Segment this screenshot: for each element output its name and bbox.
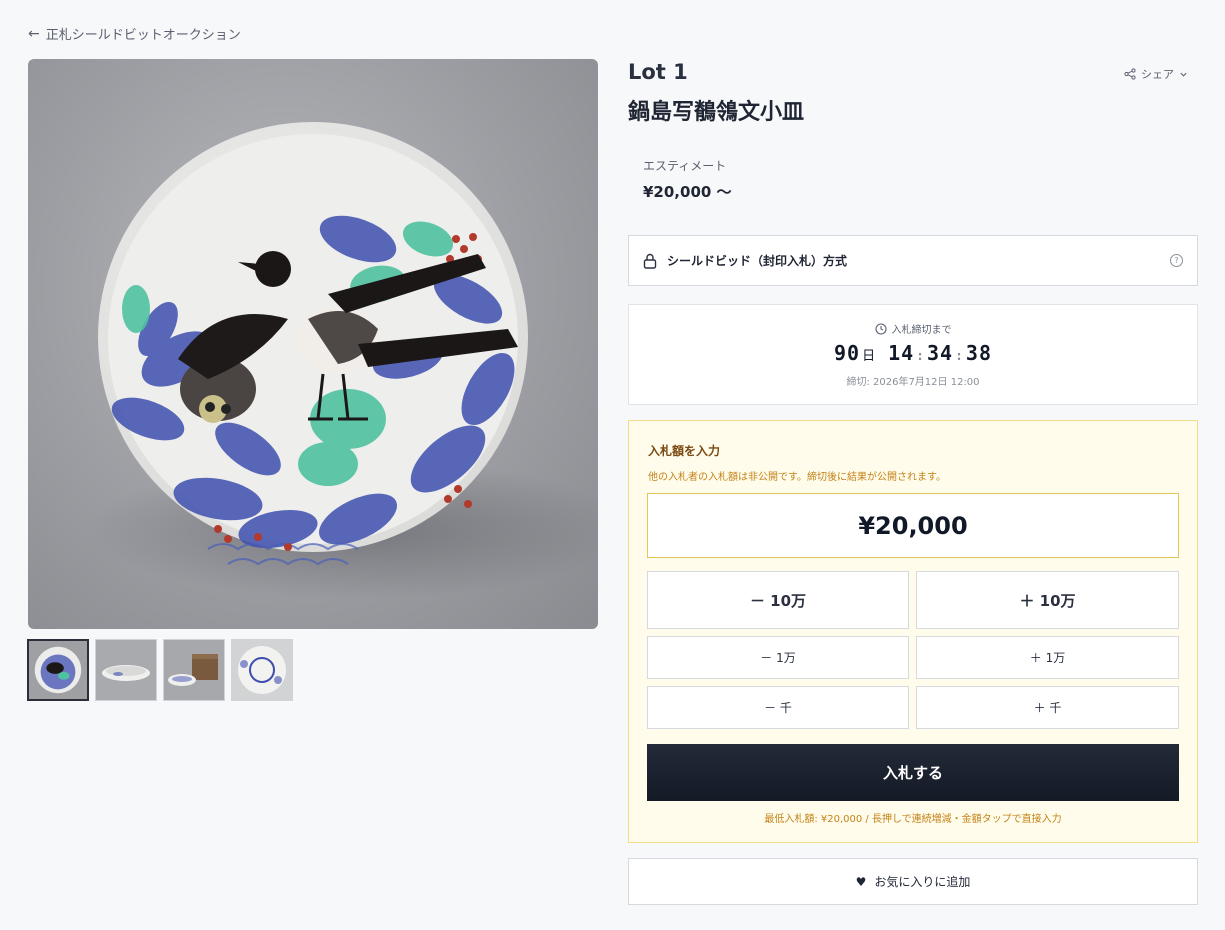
share-icon — [1124, 68, 1136, 80]
estimate-label: エスティメート — [643, 159, 727, 173]
plate-top-thumbnail-image — [29, 641, 87, 699]
share-label: シェア — [1141, 68, 1174, 81]
bidding-method-label: シールドビッド（封印入札）方式 — [667, 254, 848, 268]
countdown-box: 入札締切まで 90 日 14 : 34 : 38 締切: 2026年7月12日 … — [628, 304, 1198, 405]
thumbnail-plate-underside[interactable] — [231, 639, 293, 701]
thumbnail-plate-with-box[interactable] — [163, 639, 225, 701]
lock-icon — [643, 253, 657, 269]
plus-100k-button[interactable]: ＋ 10万 — [916, 571, 1179, 629]
chevron-down-icon — [1180, 72, 1187, 77]
porcelain-plate-illustration — [88, 122, 598, 599]
back-link[interactable]: ← 正札シールドビットオークション — [28, 24, 241, 44]
bid-privacy-note: 他の入札者の入札額は非公開です。締切後に結果が公開されます。 — [648, 472, 946, 483]
countdown-minutes: 34 — [927, 341, 954, 365]
bid-panel-title: 入札額を入力 — [648, 444, 721, 458]
back-link-label: 正札シールドビットオークション — [45, 28, 241, 43]
bid-footnote: 最低入札額: ¥20,000 / 長押しで連続増減・金額タップで直接入力 — [764, 814, 1062, 825]
thumbnail-plate-side[interactable] — [95, 639, 157, 701]
add-favorite-button[interactable]: ♥ お気に入りに追加 — [628, 858, 1198, 905]
lot-number: Lot 1 — [628, 60, 688, 84]
deadline-text: 締切: 2026年7月12日 12:00 — [846, 377, 980, 388]
plate-with-box-thumbnail-image — [164, 640, 224, 700]
heart-icon: ♥ — [855, 874, 867, 889]
countdown-display: 90 日 14 : 34 : 38 — [834, 341, 992, 365]
countdown-days-unit: 日 — [862, 349, 877, 364]
submit-bid-button[interactable]: 入札する — [647, 744, 1179, 801]
share-button[interactable]: シェア — [1124, 66, 1188, 82]
plus-10k-button[interactable]: ＋ 1万 — [916, 636, 1179, 679]
minus-1k-button[interactable]: － 千 — [647, 686, 909, 729]
minus-10k-button[interactable]: － 1万 — [647, 636, 909, 679]
clock-icon — [874, 322, 887, 335]
minus-100k-button[interactable]: － 10万 — [647, 571, 909, 629]
plate-side-thumbnail-image — [96, 640, 156, 700]
countdown-separator: : — [955, 349, 964, 364]
bid-amount-input[interactable]: ¥20,000 — [647, 493, 1179, 558]
plus-1k-button[interactable]: ＋ 千 — [916, 686, 1179, 729]
countdown-days: 90 — [833, 341, 861, 365]
thumbnail-strip — [27, 639, 293, 701]
main-item-image[interactable] — [28, 59, 598, 629]
countdown-separator: : — [916, 349, 925, 364]
help-icon[interactable]: ? — [1170, 254, 1183, 267]
bidding-method-box: シールドビッド（封印入札）方式 ? — [628, 235, 1198, 286]
countdown-label: 入札締切まで — [891, 325, 952, 336]
lot-title: 鍋島写鶺鴒文小皿 — [628, 99, 805, 125]
estimate-value: ¥20,000 〜 — [643, 183, 732, 201]
thumbnail-plate-top[interactable] — [27, 639, 89, 701]
add-favorite-label: お気に入りに追加 — [874, 875, 971, 889]
back-arrow-icon: ← — [28, 25, 40, 42]
countdown-label-row: 入札締切まで — [874, 321, 952, 336]
bid-panel: 入札額を入力 他の入札者の入札額は非公開です。締切後に結果が公開されます。 ¥2… — [628, 420, 1198, 843]
plate-underside-thumbnail-image — [232, 640, 292, 700]
countdown-hours: 14 — [888, 341, 915, 365]
countdown-seconds: 38 — [965, 341, 993, 365]
